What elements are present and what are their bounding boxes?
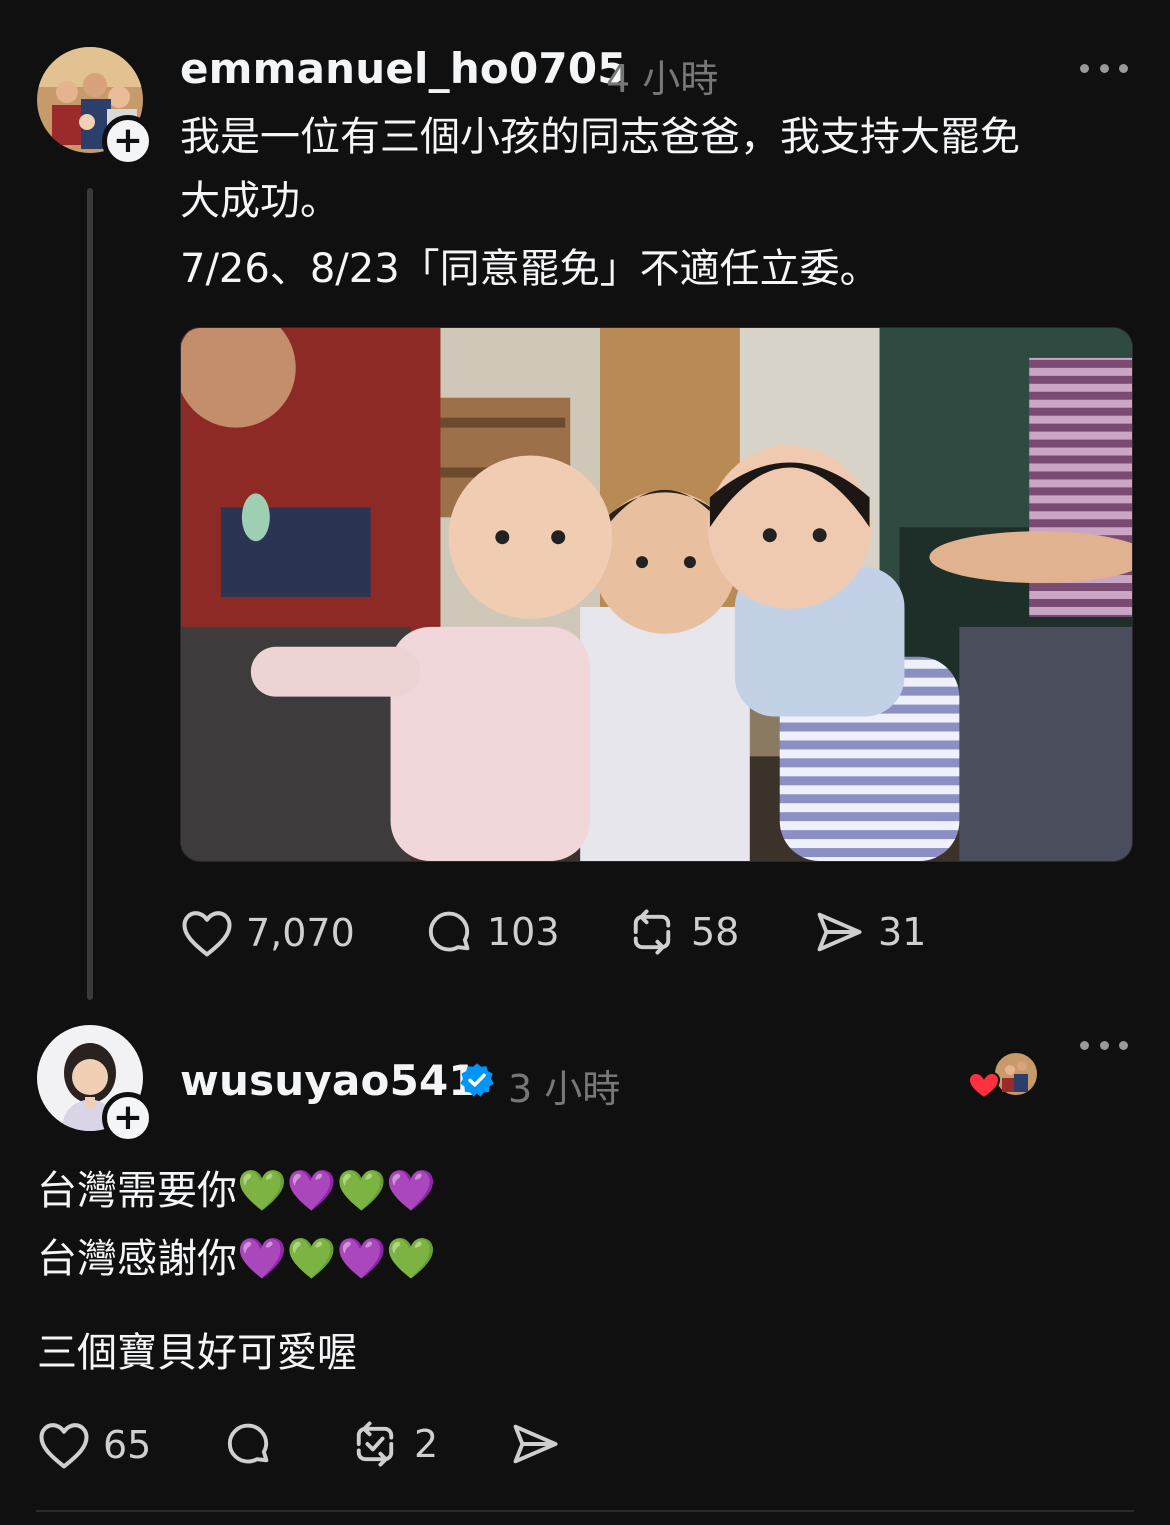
post-username[interactable]: emmanuel_ho0705	[180, 44, 627, 93]
post-text-line-2: 大成功。	[180, 178, 340, 224]
reply-like-count: 65	[103, 1423, 152, 1467]
like-button[interactable]: 7,070	[180, 908, 355, 958]
more-icon-dot	[1080, 1040, 1089, 1050]
heart-icon	[967, 1071, 1001, 1100]
post-timestamp: 4 小時	[606, 57, 719, 101]
share-icon	[817, 912, 862, 952]
comment-icon	[428, 911, 470, 952]
like-count: 7,070	[246, 911, 355, 955]
reply-text-line-1: 台灣需要你💚💜💚💜	[37, 1168, 437, 1214]
post-photo[interactable]	[180, 327, 1133, 862]
reply-more-button[interactable]	[1080, 1035, 1128, 1055]
repost-button[interactable]: 58	[625, 906, 739, 958]
share-count: 31	[878, 910, 927, 954]
repost-icon	[356, 1421, 394, 1467]
share-icon	[513, 1424, 558, 1464]
post-text-line-3: 7/26、8/23「同意罷免」不適任立委。	[180, 246, 880, 292]
comment-icon	[227, 1423, 269, 1464]
reply-timestamp: 3 小時	[508, 1067, 621, 1111]
reply-share-button[interactable]	[508, 1418, 562, 1470]
reply-repost-button[interactable]: 2	[348, 1418, 438, 1470]
reply-text-line-3: 三個寶貝好可愛喔	[37, 1330, 357, 1376]
repost-count: 58	[691, 910, 740, 954]
threads-screen: + emmanuel_ho0705 4 小時 我是一位有三個小孩的同志爸爸，我支…	[0, 0, 1170, 1525]
reply-count: 103	[487, 910, 560, 954]
more-icon-dot	[1119, 63, 1128, 73]
thread-connector-line	[87, 188, 93, 1000]
more-icon-dot	[1099, 1040, 1109, 1050]
heart-icon	[39, 1423, 89, 1469]
more-icon-dot	[1080, 63, 1089, 73]
author-liked-indicator	[966, 1050, 1042, 1102]
repost-icon	[633, 909, 671, 955]
reply-text-line-2: 台灣感謝你💜💚💜💚	[37, 1236, 437, 1282]
follow-button[interactable]: +	[102, 1092, 154, 1144]
reply-button[interactable]: 103	[423, 906, 560, 958]
heart-icon	[182, 911, 232, 957]
divider	[36, 1510, 1134, 1512]
follow-button[interactable]: +	[102, 115, 154, 167]
verified-badge-icon	[460, 1063, 494, 1097]
reply-repost-count: 2	[414, 1422, 439, 1466]
share-button[interactable]: 31	[812, 906, 926, 958]
post-text-line-1: 我是一位有三個小孩的同志爸爸，我支持大罷免	[180, 114, 1020, 160]
more-icon-dot	[1099, 63, 1109, 73]
post-more-button[interactable]	[1080, 58, 1128, 78]
reply-username[interactable]: wusuyao541	[180, 1056, 478, 1105]
reply-like-button[interactable]: 65	[37, 1420, 151, 1470]
more-icon-dot	[1119, 1040, 1128, 1050]
reply-reply-button[interactable]	[222, 1418, 286, 1470]
